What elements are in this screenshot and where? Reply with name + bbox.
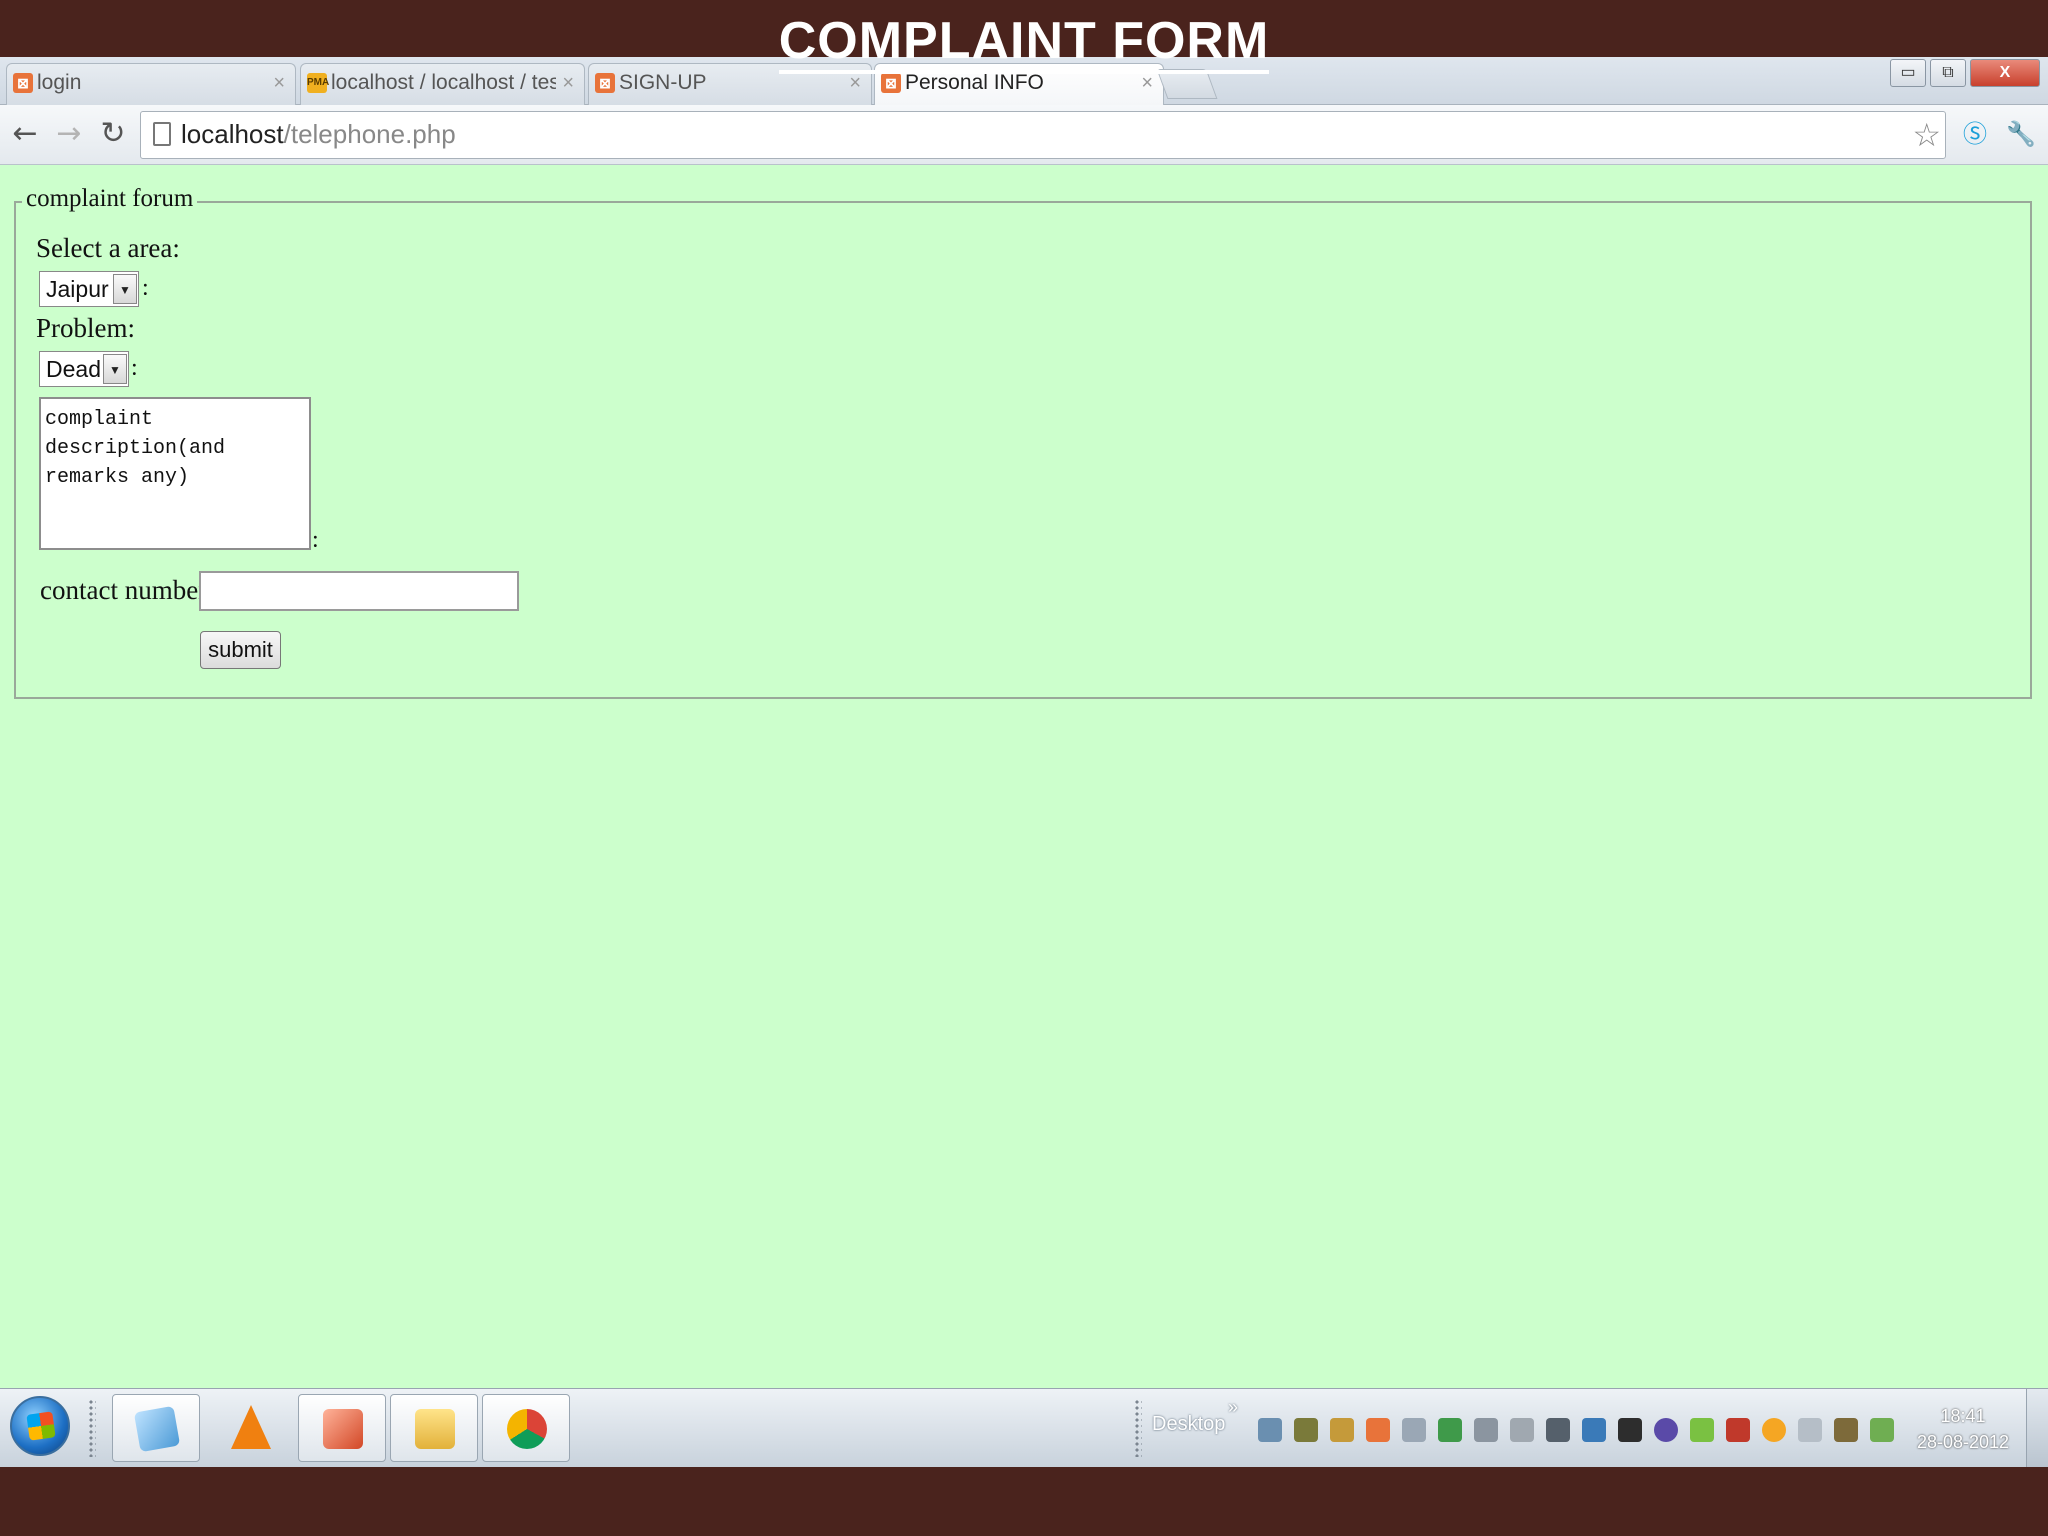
taskbar-powerpoint[interactable] bbox=[298, 1394, 386, 1462]
forward-arrow-icon[interactable]: → bbox=[52, 117, 86, 151]
action-center-icon[interactable] bbox=[1870, 1418, 1894, 1442]
dropdown-arrow-icon: ▼ bbox=[113, 274, 137, 304]
taskbar-notepad[interactable] bbox=[112, 1394, 200, 1462]
browser-toolbar: ← → ↻ localhost/telephone.php ☆ Ⓢ 🔧 bbox=[0, 105, 2048, 165]
star-tray-icon[interactable] bbox=[1762, 1418, 1786, 1442]
description-colon: : bbox=[312, 527, 319, 553]
complaint-description-textarea[interactable]: complaint description(and remarks any) bbox=[39, 397, 311, 550]
dropdown-arrow-icon: ▼ bbox=[103, 354, 127, 384]
eclipse-tray-icon[interactable] bbox=[1654, 1418, 1678, 1442]
complaint-fieldset bbox=[14, 201, 2032, 699]
back-arrow-icon[interactable]: ← bbox=[8, 117, 42, 151]
show-desktop-button[interactable] bbox=[2026, 1389, 2048, 1467]
browser-screen: ⊠ login × PMA localhost / localhost / te… bbox=[0, 57, 2048, 1467]
problem-label: Problem: bbox=[36, 313, 135, 343]
monitor-icon[interactable] bbox=[1294, 1418, 1318, 1442]
flag-tray-icon[interactable] bbox=[1474, 1418, 1498, 1442]
page-icon bbox=[153, 122, 171, 146]
taskbar-grip bbox=[88, 1399, 96, 1457]
submit-button[interactable]: submit bbox=[200, 631, 281, 669]
phpmyadmin-favicon-icon: PMA bbox=[307, 73, 329, 93]
taskbar-chrome[interactable] bbox=[482, 1394, 570, 1462]
power-tray-icon[interactable] bbox=[1834, 1418, 1858, 1442]
windows-taskbar: Desktop » 18:41 28-08-2012 bbox=[0, 1388, 2048, 1467]
xampp-favicon-icon: ⊠ bbox=[595, 73, 615, 93]
contact-number-input[interactable] bbox=[199, 571, 519, 611]
display-tray-icon[interactable] bbox=[1546, 1418, 1570, 1442]
word-icon[interactable] bbox=[1330, 1418, 1354, 1442]
powerpoint-icon bbox=[323, 1409, 363, 1449]
reload-icon[interactable]: ↻ bbox=[96, 117, 130, 151]
chevron-icon[interactable]: » bbox=[1228, 1397, 1238, 1418]
address-bar[interactable]: localhost/telephone.php ☆ bbox=[140, 111, 1946, 159]
url-text: localhost/telephone.php bbox=[181, 119, 456, 149]
clock-date: 28-08-2012 bbox=[1916, 1432, 2010, 1452]
xampp-favicon-icon: ⊠ bbox=[881, 73, 901, 93]
speaker-icon[interactable] bbox=[1798, 1418, 1822, 1442]
xampp-favicon-icon: ⊠ bbox=[13, 73, 33, 93]
taskbar-explorer[interactable] bbox=[390, 1394, 478, 1462]
volume-alert-icon[interactable] bbox=[1726, 1418, 1750, 1442]
contact-number-label: contact number : bbox=[40, 575, 222, 605]
vlc-icon bbox=[231, 1405, 271, 1449]
xampp-tray-icon[interactable] bbox=[1366, 1418, 1390, 1442]
taskbar-vlc[interactable] bbox=[206, 1394, 294, 1462]
check-tray-icon[interactable] bbox=[1690, 1418, 1714, 1442]
start-button[interactable] bbox=[10, 1396, 70, 1456]
k7-antivirus-icon[interactable] bbox=[1618, 1418, 1642, 1442]
problem-select[interactable]: Dead ▼ bbox=[39, 351, 129, 387]
notepad-icon bbox=[133, 1405, 181, 1453]
problem-colon: : bbox=[131, 355, 138, 381]
folder-icon bbox=[415, 1409, 455, 1449]
area-colon: : bbox=[142, 275, 149, 301]
area-select[interactable]: Jaipur ▼ bbox=[39, 271, 139, 307]
skype-icon[interactable]: Ⓢ bbox=[1960, 119, 1990, 149]
network-icon[interactable] bbox=[1258, 1418, 1282, 1442]
star-icon[interactable]: ☆ bbox=[1912, 118, 1941, 152]
desktop-toolbar-label[interactable]: Desktop bbox=[1152, 1413, 1225, 1436]
area-label: Select a area: bbox=[36, 233, 180, 263]
wrench-icon[interactable]: 🔧 bbox=[2006, 119, 2036, 149]
taskbar-grip bbox=[1134, 1399, 1142, 1457]
taskbar-clock[interactable]: 18:41 28-08-2012 bbox=[1912, 1403, 2014, 1455]
slide-title: COMPLAINT FORM bbox=[0, 10, 2048, 74]
document-tray-icon[interactable] bbox=[1402, 1418, 1426, 1442]
windows-logo-icon bbox=[26, 1411, 56, 1441]
usb-tray-icon[interactable] bbox=[1438, 1418, 1462, 1442]
app-tray-icon[interactable] bbox=[1582, 1418, 1606, 1442]
clock-time: 18:41 bbox=[1940, 1406, 1986, 1426]
chrome-icon bbox=[507, 1409, 547, 1449]
fieldset-legend: complaint forum bbox=[22, 185, 198, 213]
plug-tray-icon[interactable] bbox=[1510, 1418, 1534, 1442]
